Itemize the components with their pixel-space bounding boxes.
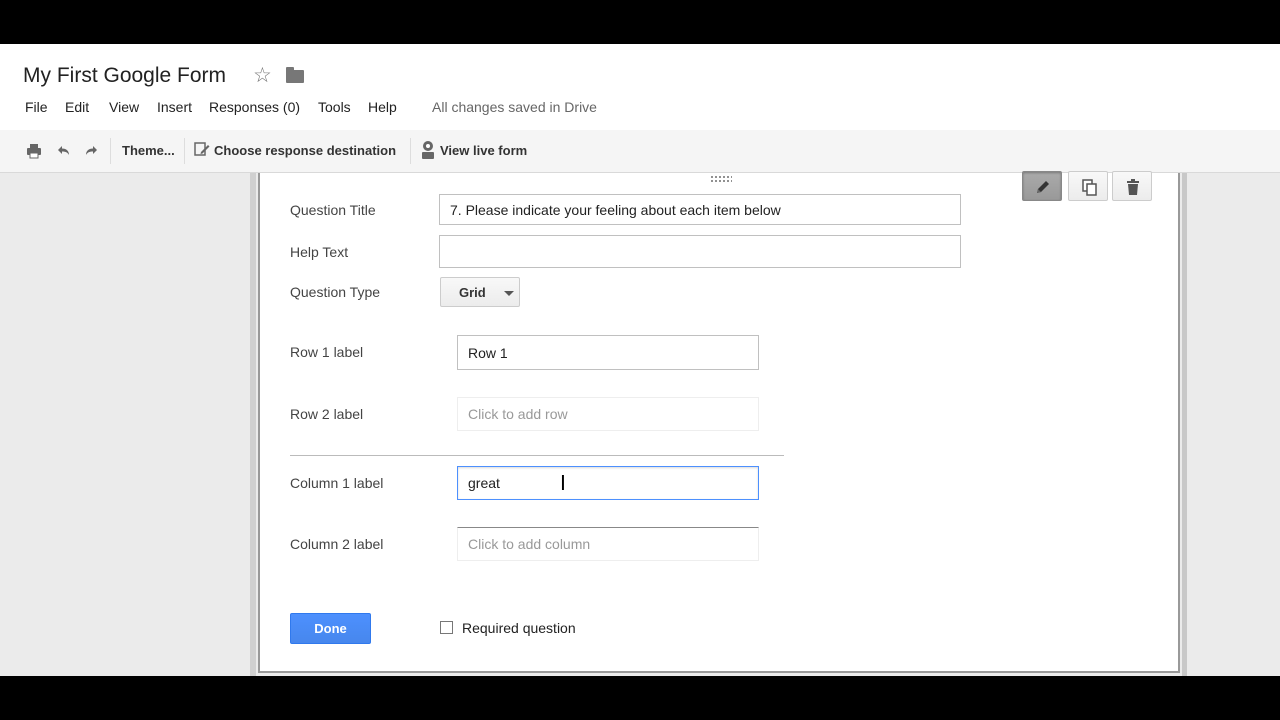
undo-icon[interactable] <box>55 143 71 159</box>
edit-question-button[interactable] <box>1022 171 1062 201</box>
column-2-label: Column 2 label <box>290 536 384 552</box>
row-1-input[interactable] <box>457 335 759 370</box>
row-1-label: Row 1 label <box>290 344 364 360</box>
menu-responses[interactable]: Responses (0) <box>209 99 300 115</box>
menu-insert[interactable]: Insert <box>157 99 192 115</box>
chevron-down-icon <box>504 291 514 296</box>
question-type-select[interactable]: Grid <box>440 277 520 307</box>
choose-response-destination-button[interactable]: Choose response destination <box>214 143 396 158</box>
left-rail <box>250 173 256 676</box>
done-button[interactable]: Done <box>290 613 371 644</box>
text-cursor-icon: I <box>560 471 566 495</box>
document-title[interactable]: My First Google Form <box>23 64 226 88</box>
forms-app: My First Google Form ☆ File Edit View In… <box>0 44 1280 676</box>
question-type-value: Grid <box>459 285 486 300</box>
live-form-icon[interactable] <box>419 140 437 160</box>
toolbar-separator <box>410 138 411 164</box>
toolbar: Theme... Choose response destination Vie… <box>0 130 1280 173</box>
menu-tools[interactable]: Tools <box>318 99 351 115</box>
row-2-label: Row 2 label <box>290 406 364 422</box>
column-2-input[interactable] <box>457 527 759 561</box>
row-2-input[interactable] <box>457 397 759 431</box>
view-live-form-button[interactable]: View live form <box>440 143 527 158</box>
save-status: All changes saved in Drive <box>432 99 597 115</box>
help-text-input[interactable] <box>439 235 961 268</box>
help-text-label: Help Text <box>290 244 349 260</box>
folder-icon[interactable] <box>286 67 304 83</box>
right-rail <box>1182 173 1187 676</box>
star-icon[interactable]: ☆ <box>253 63 272 88</box>
menu-view[interactable]: View <box>109 99 139 115</box>
rows-columns-divider <box>290 455 784 456</box>
question-type-label: Question Type <box>290 284 381 300</box>
pencil-icon <box>1037 181 1049 193</box>
theme-button[interactable]: Theme... <box>122 143 175 158</box>
required-checkbox[interactable] <box>440 621 453 634</box>
question-editor-card: Question Title Help Text Question Type G… <box>258 171 1180 673</box>
column-1-label: Column 1 label <box>290 475 384 491</box>
trash-icon <box>1127 179 1139 195</box>
edit-form-icon[interactable] <box>194 141 210 157</box>
redo-icon[interactable] <box>84 143 100 159</box>
menu-edit[interactable]: Edit <box>65 99 89 115</box>
duplicate-question-button[interactable] <box>1068 171 1108 201</box>
toolbar-separator <box>184 138 185 164</box>
column-1-input[interactable] <box>457 466 759 500</box>
duplicate-icon <box>1082 179 1097 196</box>
menu-file[interactable]: File <box>25 99 48 115</box>
toolbar-separator <box>110 138 111 164</box>
question-title-label: Question Title <box>290 202 376 218</box>
print-icon[interactable] <box>26 143 42 159</box>
question-title-input[interactable] <box>439 194 961 225</box>
required-question-label[interactable]: Required question <box>462 620 576 636</box>
menu-help[interactable]: Help <box>368 99 397 115</box>
drag-handle-icon[interactable] <box>710 175 732 183</box>
form-canvas: Question Title Help Text Question Type G… <box>0 171 1280 676</box>
delete-question-button[interactable] <box>1112 171 1152 201</box>
